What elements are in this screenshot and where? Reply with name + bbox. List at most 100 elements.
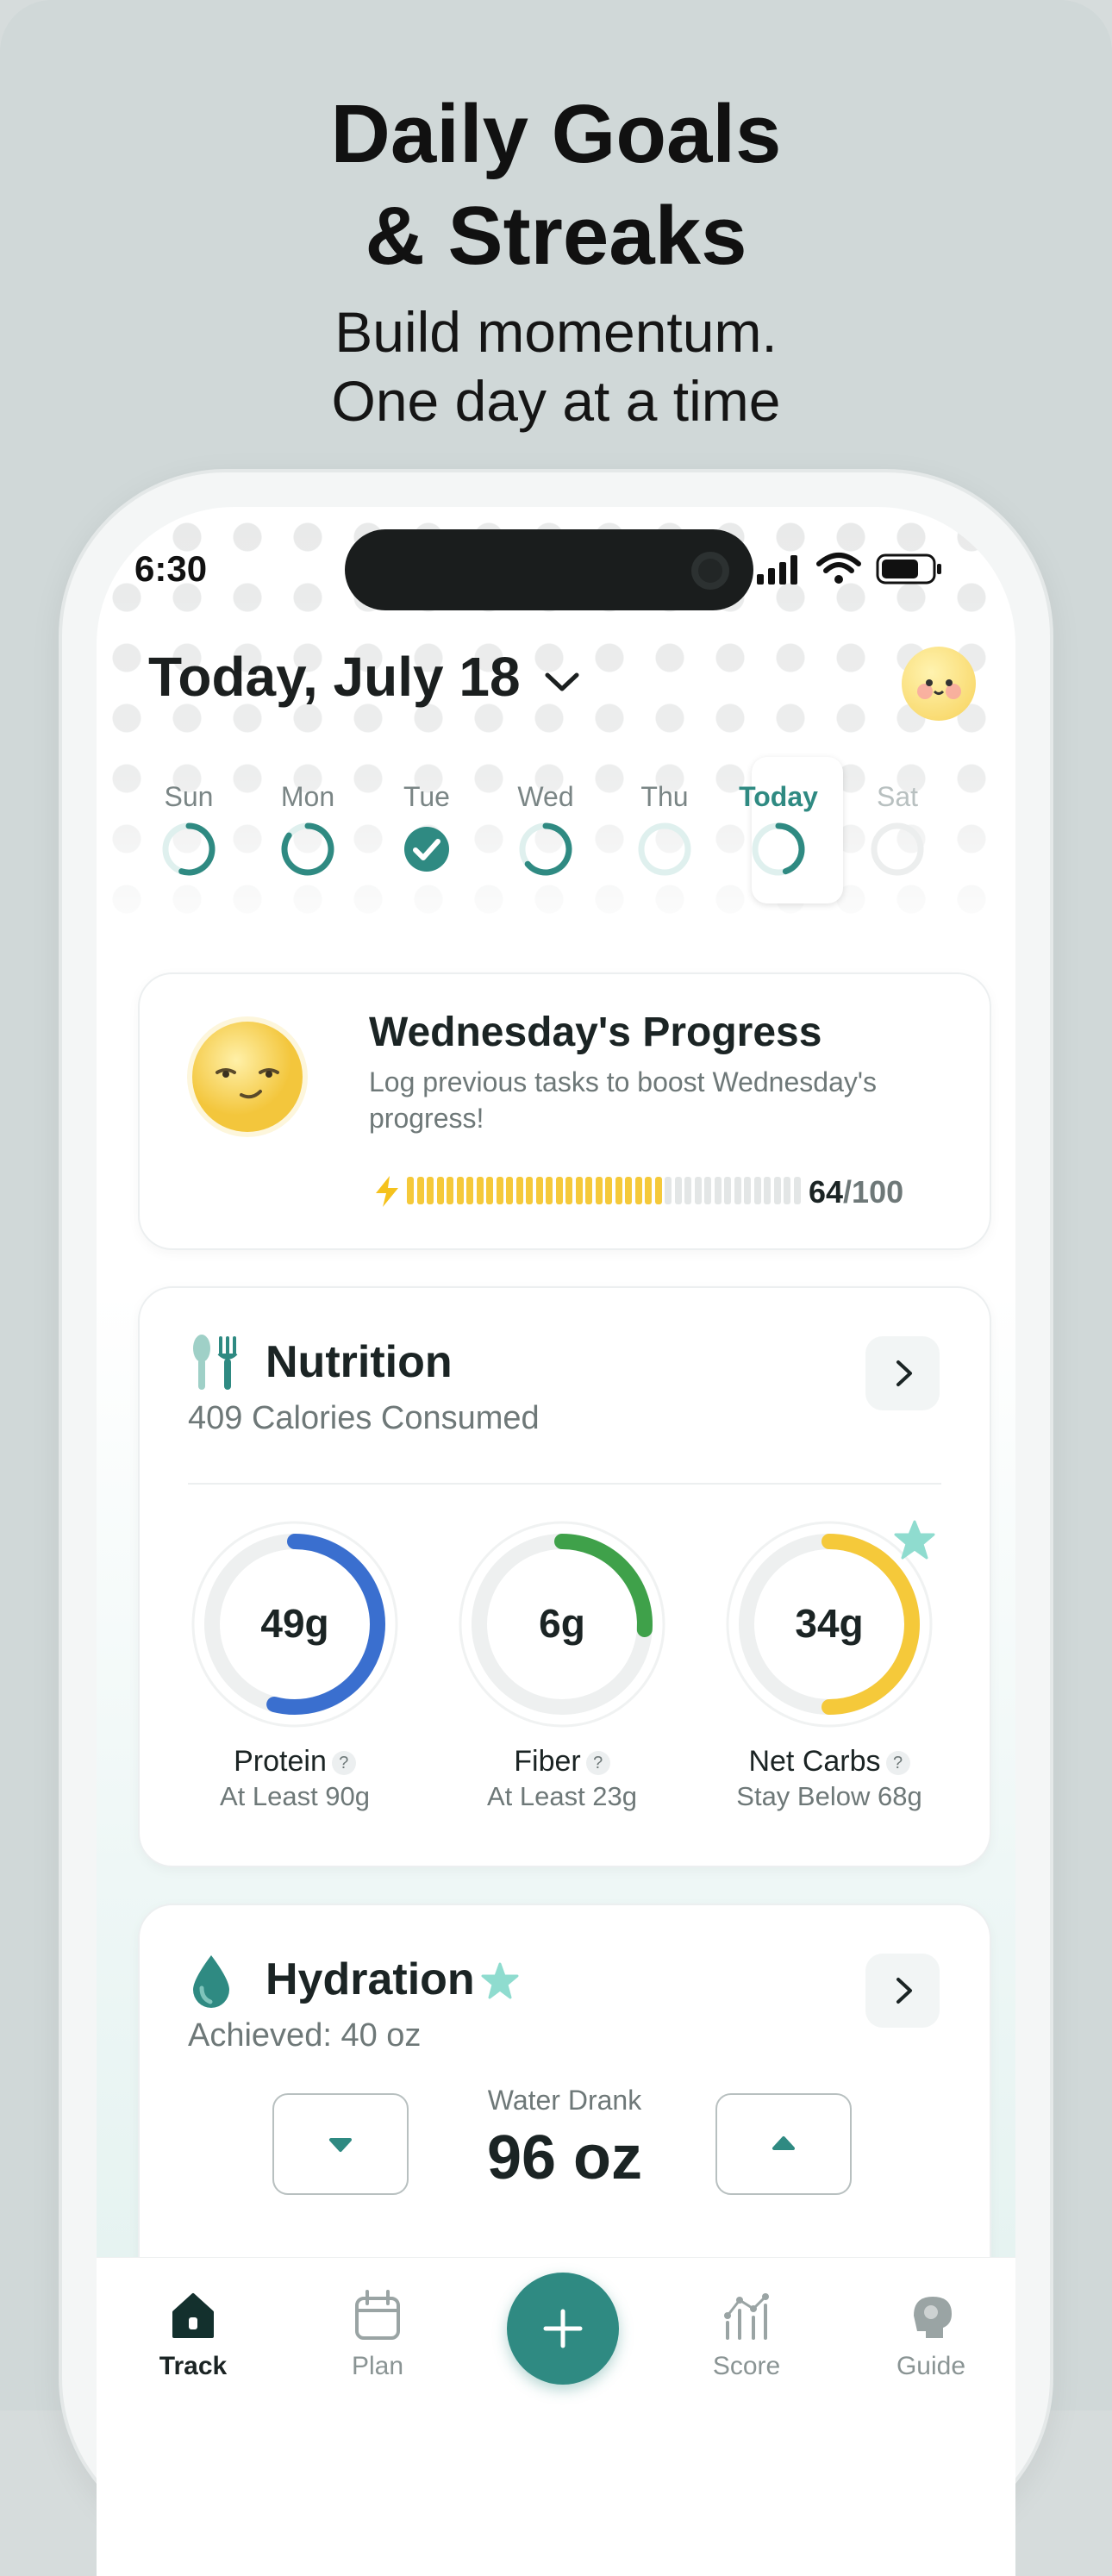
day-label-wed: Wed	[517, 781, 574, 812]
progress-segment	[714, 1177, 722, 1204]
progress-segment	[436, 1177, 444, 1204]
caret-up-icon	[772, 2136, 795, 2150]
progress-segment	[634, 1177, 642, 1204]
fork-knife-icon	[193, 1335, 238, 1390]
macro-label-text: Fiber	[514, 1745, 581, 1778]
tab-plan-label: Plan	[351, 2352, 404, 2380]
progress-segment	[793, 1177, 801, 1204]
day-ring-sun[interactable]	[160, 821, 217, 878]
progress-segment	[456, 1177, 464, 1204]
tab-plan[interactable]: Plan	[309, 2290, 447, 2428]
progress-segment	[427, 1177, 434, 1204]
hydration-achieved: Achieved: 40 oz	[188, 2017, 422, 2054]
day-ring-wed[interactable]	[517, 821, 574, 878]
hydration-open-button[interactable]	[865, 1954, 940, 2028]
day-ring-tue[interactable]	[398, 821, 455, 878]
score-chart-icon	[724, 2293, 769, 2340]
avatar[interactable]	[902, 647, 976, 721]
tab-score-label: Score	[712, 2352, 781, 2380]
water-drop-icon	[193, 1955, 229, 2008]
progress-segment	[526, 1177, 533, 1204]
star-icon	[894, 1520, 935, 1560]
promo-headline-line1: Daily Goals	[330, 88, 782, 180]
water-label: Water Drank	[487, 2085, 642, 2116]
wifi-icon	[816, 553, 861, 584]
smiley-face-icon	[917, 679, 961, 699]
progress-max: /100	[843, 1174, 904, 1210]
tab-guide-label: Guide	[896, 2352, 966, 2380]
nutrition-title: Nutrition	[266, 1337, 453, 1387]
macro-label-text: Protein	[234, 1745, 327, 1778]
chevron-down-icon	[545, 672, 579, 691]
progress-segment	[734, 1177, 741, 1204]
plus-icon	[543, 2309, 583, 2348]
macro-goal: At Least 23g	[486, 1781, 638, 1811]
progress-segment	[486, 1177, 493, 1204]
macro-value: 6g	[539, 1601, 585, 1646]
date-label: Today, July 18	[148, 646, 521, 708]
progress-segment	[506, 1177, 513, 1204]
tab-track[interactable]: Track	[124, 2290, 262, 2428]
progress-segment	[753, 1177, 761, 1204]
day-ring-mon[interactable]	[279, 821, 336, 878]
progress-segment	[605, 1177, 612, 1204]
progress-title: Wednesday's Progress	[369, 1010, 822, 1055]
help-icon[interactable]: ?	[585, 1751, 610, 1776]
tab-track-label: Track	[159, 2352, 228, 2380]
day-label-thu: Thu	[640, 781, 689, 812]
progress-segment	[724, 1177, 731, 1204]
guide-head-icon	[914, 2297, 952, 2338]
progress-segment	[784, 1177, 790, 1204]
progress-description: Log previous tasks to boost Wednesday's …	[369, 1066, 877, 1134]
progress-segment	[565, 1177, 572, 1204]
promo-subtitle-line2: One day at a time	[331, 369, 781, 433]
macro-label[interactable]: Protein?	[183, 1745, 407, 1779]
add-button[interactable]	[507, 2273, 619, 2385]
progress-segment	[416, 1177, 424, 1204]
progress-segment	[515, 1177, 523, 1204]
water-value: 96 oz	[486, 2123, 643, 2192]
lightning-icon	[376, 1176, 398, 1207]
progress-segment	[546, 1177, 553, 1204]
nutrition-divider	[188, 1483, 941, 1485]
water-decrease-button[interactable]	[272, 2093, 409, 2195]
day-label-mon: Mon	[280, 781, 335, 812]
help-icon[interactable]: ?	[885, 1751, 910, 1776]
camera-icon	[691, 552, 729, 590]
date-selector[interactable]: Today, July 18	[148, 645, 582, 709]
day-ring-sat[interactable]	[869, 821, 926, 878]
calendar-icon	[355, 2290, 400, 2340]
day-label-tue: Tue	[403, 781, 450, 812]
macro-label[interactable]: Fiber?	[450, 1745, 674, 1779]
day-label-today: Today	[739, 781, 818, 812]
progress-segment	[704, 1177, 711, 1204]
progress-segment	[674, 1177, 682, 1204]
day-ring-today[interactable]	[750, 821, 807, 878]
macro-label-text: Net Carbs	[748, 1745, 881, 1778]
progress-card[interactable]: Wednesday's Progress Log previous tasks …	[138, 972, 991, 1250]
progress-segment	[476, 1177, 484, 1204]
signal-icon	[757, 555, 797, 585]
macro-goal: Stay Below 68g	[736, 1781, 922, 1811]
day-ring-thu[interactable]	[636, 821, 693, 878]
water-increase-button[interactable]	[715, 2093, 852, 2195]
macro-value: 34g	[795, 1601, 864, 1646]
help-icon[interactable]: ?	[331, 1751, 356, 1776]
promo-subtitle-line1: Build momentum.	[334, 300, 778, 364]
progress-segment	[407, 1177, 414, 1204]
day-label-sat: Sat	[876, 781, 919, 812]
hydration-title: Hydration	[266, 1954, 475, 2004]
macro-label[interactable]: Net Carbs?	[717, 1745, 941, 1779]
macro-value: 49g	[260, 1601, 329, 1646]
progress-segment	[665, 1177, 672, 1204]
progress-score: 64	[809, 1174, 844, 1210]
progress-segment	[625, 1177, 632, 1204]
tab-score[interactable]: Score	[678, 2290, 815, 2428]
nutrition-open-button[interactable]	[865, 1336, 940, 1410]
caret-down-icon	[329, 2138, 352, 2152]
progress-segment	[615, 1177, 622, 1204]
tab-guide[interactable]: Guide	[862, 2290, 1000, 2428]
star-icon	[481, 1962, 519, 1999]
progress-segment	[575, 1177, 583, 1204]
progress-segment	[555, 1177, 563, 1204]
